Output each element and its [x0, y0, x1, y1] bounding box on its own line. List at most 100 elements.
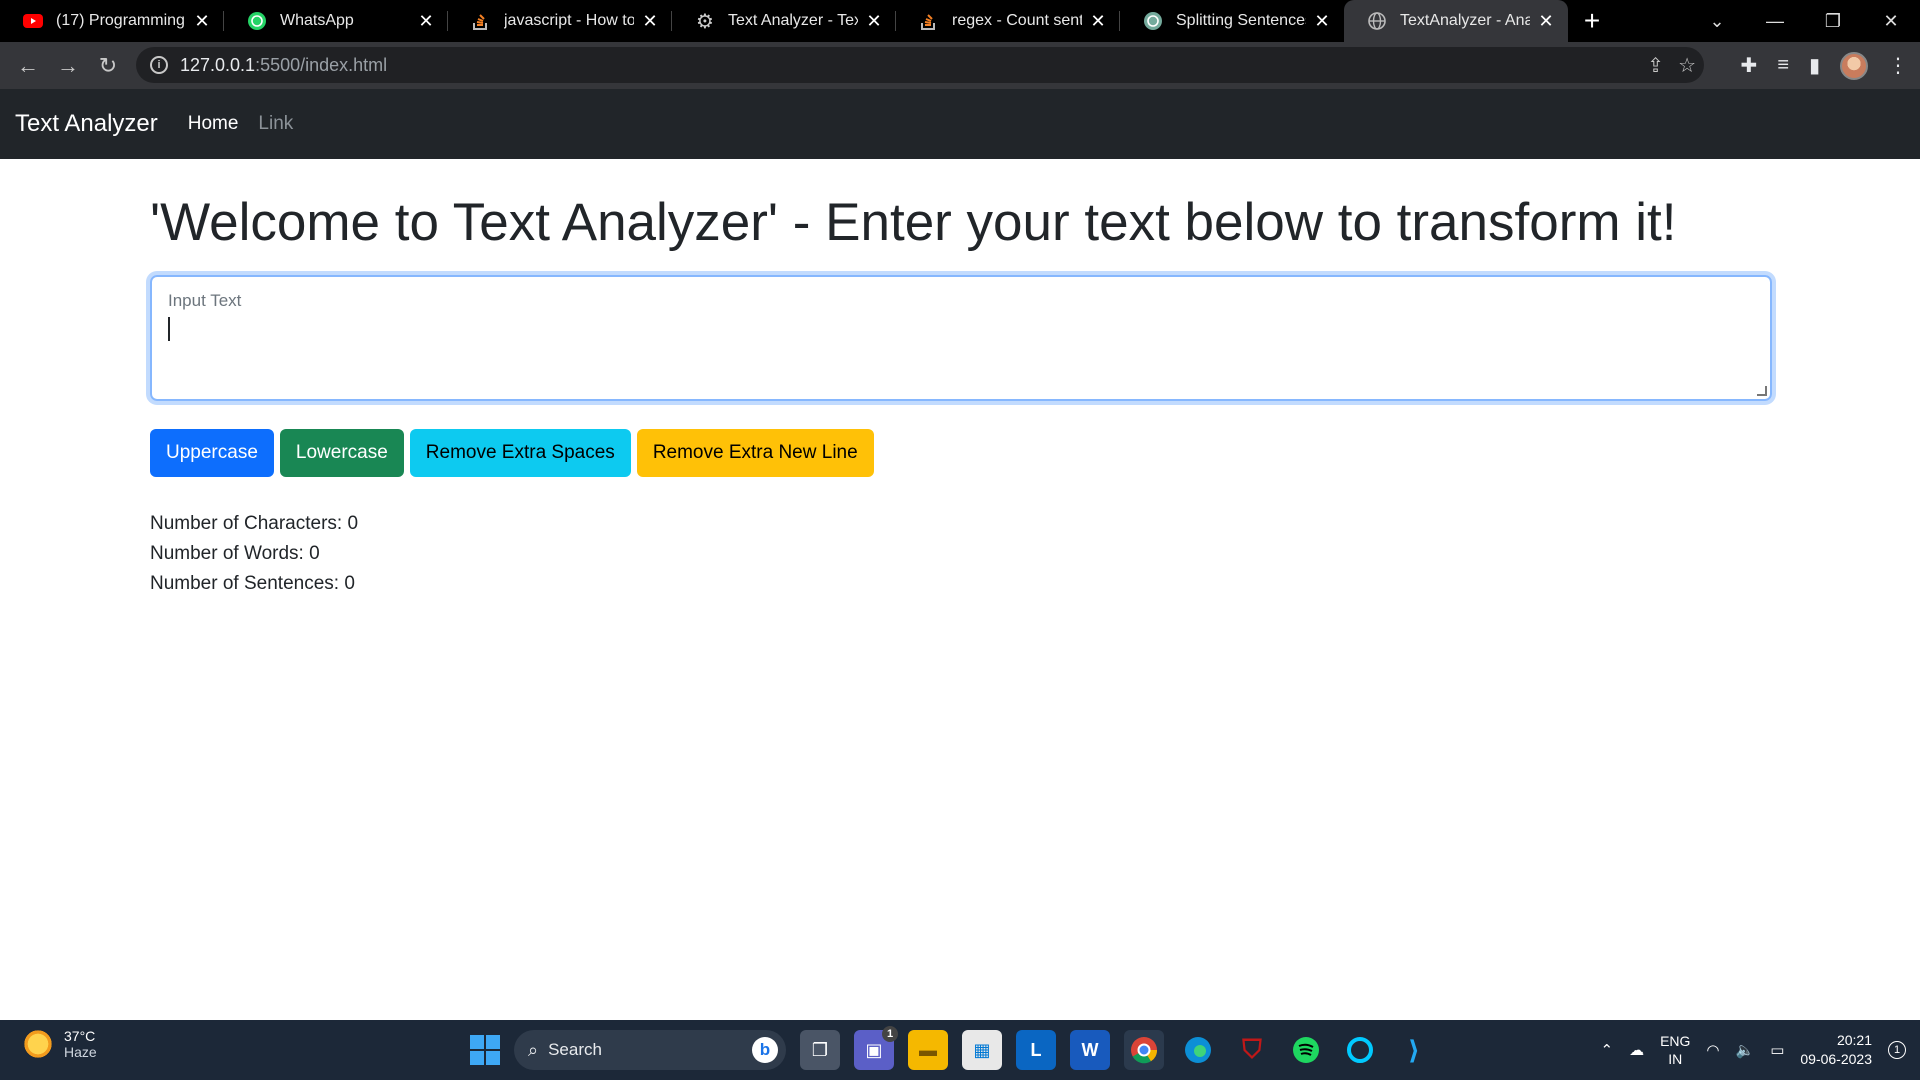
language-top: ENG [1660, 1033, 1691, 1049]
resize-grip-icon[interactable] [1757, 385, 1767, 396]
show-hidden-icons-icon[interactable]: ⌃ [1600, 1041, 1613, 1059]
temperature: 37°C [64, 1028, 96, 1044]
clock[interactable]: 20:21 09-06-2023 [1800, 1031, 1872, 1069]
teams-badge: 1 [882, 1026, 898, 1042]
app-navbar: Text Analyzer Home Link [0, 89, 1920, 159]
lowercase-button[interactable]: Lowercase [279, 428, 404, 477]
browser-extensions: ✚ ≡ ▮ ⋮ [1741, 42, 1908, 89]
spotify-icon[interactable] [1286, 1030, 1326, 1070]
tab-chatgpt[interactable]: Splitting Sentences ✕ [1120, 0, 1344, 42]
character-count: Number of Characters: 0 [150, 512, 359, 534]
system-tray: ⌃ ☁ ENG IN ◠ 🔈 ▭ 20:21 09-06-2023 1 [1600, 1020, 1906, 1080]
remove-extra-spaces-button[interactable]: Remove Extra Spaces [409, 428, 631, 477]
tab-stackoverflow-1[interactable]: javascript - How to re ✕ [448, 0, 672, 42]
navbar-brand[interactable]: Text Analyzer [15, 110, 158, 138]
haze-sun-icon [22, 1028, 54, 1060]
menu-kebab-icon[interactable]: ⋮ [1888, 53, 1908, 78]
weather-widget[interactable]: 37°C Haze [22, 1028, 97, 1060]
notification-badge[interactable]: 1 [1888, 1041, 1906, 1059]
nav-link-link[interactable]: Link [258, 113, 293, 135]
nav-link-home[interactable]: Home [188, 113, 239, 135]
close-icon[interactable]: ✕ [192, 11, 212, 31]
gear-icon: ⚙ [696, 10, 714, 33]
back-icon[interactable]: ← [8, 46, 48, 86]
clock-date: 09-06-2023 [1800, 1051, 1872, 1067]
bing-icon[interactable]: b [752, 1037, 778, 1063]
window-controls: ⌄ — ❐ ✕ [1688, 0, 1920, 42]
media-control-icon[interactable]: ≡ [1777, 54, 1789, 77]
side-panel-icon[interactable]: ▮ [1809, 53, 1820, 78]
alexa-icon[interactable] [1340, 1030, 1380, 1070]
action-buttons: Uppercase Lowercase Remove Extra Spaces … [150, 428, 1772, 477]
tab-whatsapp[interactable]: WhatsApp ✕ [224, 0, 448, 42]
close-icon[interactable]: ✕ [416, 11, 436, 31]
close-icon[interactable]: ✕ [1312, 11, 1332, 31]
close-icon[interactable]: ✕ [640, 11, 660, 31]
text-caret [168, 316, 170, 341]
tab-title: Text Analyzer - Text ar [728, 12, 858, 29]
globe-icon [1366, 10, 1388, 32]
tab-title: (17) Programming a Te [56, 12, 186, 29]
search-icon: ⌕ [528, 1039, 539, 1060]
taskbar-apps: ⌕ Search b ❐ ▣ 1 ▬ ▦ L W ⛉ ⟩ [470, 1026, 1434, 1072]
tab-title: WhatsApp [280, 12, 354, 29]
browser-toolbar: ← → ↻ i 127.0.0.1:5500/index.html ⇪ ☆ ✚ … [0, 42, 1920, 89]
close-window-icon[interactable]: ✕ [1862, 11, 1920, 32]
onedrive-cloud-icon[interactable]: ☁ [1629, 1041, 1644, 1059]
tab-textanalyzer-active[interactable]: TextAnalyzer - Analyze ✕ [1344, 0, 1568, 42]
close-icon[interactable]: ✕ [1536, 11, 1556, 31]
taskbar-search[interactable]: ⌕ Search b [514, 1030, 786, 1070]
teams-icon[interactable]: ▣ 1 [854, 1026, 898, 1070]
mcafee-icon[interactable]: ⛉ [1232, 1030, 1272, 1070]
extensions-icon[interactable]: ✚ [1741, 53, 1758, 78]
textarea-placeholder: Input Text [168, 290, 242, 310]
windows-taskbar: 37°C Haze ⌕ Search b ❐ ▣ 1 ▬ ▦ L W ⛉ ⟩ ⌃ … [0, 1020, 1920, 1080]
tab-title: javascript - How to re [504, 12, 634, 29]
reload-icon[interactable]: ↻ [88, 46, 128, 86]
uppercase-button[interactable]: Uppercase [150, 428, 274, 477]
address-bar[interactable]: i 127.0.0.1:5500/index.html ⇪ ☆ [136, 47, 1704, 83]
search-label: Search [548, 1040, 602, 1059]
task-view-icon[interactable]: ❐ [800, 1030, 840, 1070]
url-host: 127.0.0.1 [180, 54, 256, 75]
new-tab-button[interactable]: + [1568, 0, 1616, 42]
tab-search-icon[interactable]: ⌄ [1688, 11, 1746, 32]
share-icon[interactable]: ⇪ [1647, 53, 1664, 78]
chrome-icon[interactable] [1124, 1030, 1164, 1070]
text-stats: Number of Characters: 0 Number of Words:… [150, 509, 1772, 599]
main-content: 'Welcome to Text Analyzer' - Enter your … [150, 159, 1772, 599]
language-bottom: IN [1668, 1051, 1683, 1067]
remove-extra-newline-button[interactable]: Remove Extra New Line [636, 428, 874, 477]
language-indicator[interactable]: ENG IN [1660, 1032, 1690, 1068]
battery-icon[interactable]: ▭ [1770, 1041, 1784, 1059]
word-icon[interactable]: W [1070, 1030, 1110, 1070]
forward-icon[interactable]: → [48, 46, 88, 86]
close-icon[interactable]: ✕ [864, 11, 884, 31]
info-icon[interactable]: i [150, 56, 168, 74]
url-path: :5500/index.html [255, 54, 388, 75]
text-input-area[interactable]: Input Text [150, 274, 1772, 401]
weather-condition: Haze [64, 1044, 97, 1060]
microsoft-store-icon[interactable]: ▦ [962, 1030, 1002, 1070]
word-count: Number of Words: 0 [150, 542, 320, 564]
restore-icon[interactable]: ❐ [1804, 11, 1862, 32]
minimize-icon[interactable]: — [1746, 11, 1804, 32]
windows-start-icon[interactable] [470, 1035, 500, 1065]
bookmark-star-icon[interactable]: ☆ [1678, 53, 1696, 78]
edge-icon[interactable] [1178, 1030, 1218, 1070]
linkedin-l-icon[interactable]: L [1016, 1030, 1056, 1070]
chatgpt-icon [1142, 10, 1164, 32]
tab-title: Splitting Sentences [1176, 12, 1306, 29]
tab-youtube[interactable]: (17) Programming a Te ✕ [0, 0, 224, 42]
tab-stackoverflow-2[interactable]: regex - Count sentenc ✕ [896, 0, 1120, 42]
vscode-icon[interactable]: ⟩ [1394, 1030, 1434, 1070]
wifi-icon[interactable]: ◠ [1706, 1041, 1719, 1059]
volume-icon[interactable]: 🔈 [1736, 1041, 1755, 1059]
close-icon[interactable]: ✕ [1088, 11, 1108, 31]
file-explorer-icon[interactable]: ▬ [908, 1030, 948, 1070]
profile-avatar[interactable] [1840, 51, 1868, 80]
youtube-icon [22, 10, 44, 32]
browser-tab-strip: (17) Programming a Te ✕ WhatsApp ✕ javas… [0, 0, 1920, 42]
tab-text-analyzer-tool[interactable]: ⚙ Text Analyzer - Text ar ✕ [672, 0, 896, 42]
stackoverflow-icon [470, 10, 492, 32]
